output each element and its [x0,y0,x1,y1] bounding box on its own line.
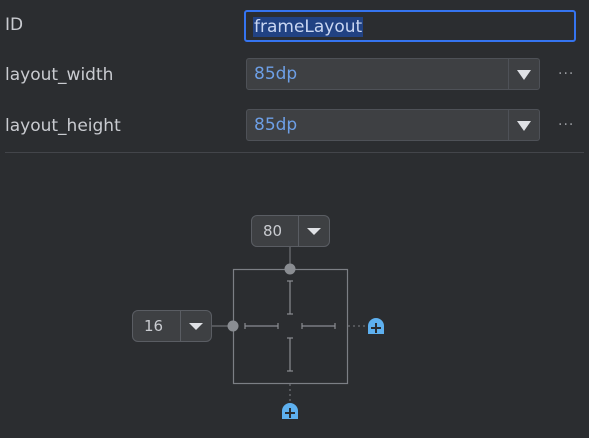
add-constraint-icon[interactable] [282,403,298,419]
top-anchor[interactable] [284,263,296,275]
start-anchor[interactable] [227,320,239,332]
start-margin-value[interactable]: 16 [144,318,163,334]
start-margin-combo[interactable]: 16 [132,310,212,342]
dropdown-arrow-icon[interactable] [180,311,211,341]
dropdown-arrow-icon[interactable] [298,216,329,246]
top-margin-value[interactable]: 80 [263,223,282,239]
center-point [285,321,295,331]
add-constraint-icon[interactable] [368,318,384,334]
top-margin-combo[interactable]: 80 [251,215,330,247]
